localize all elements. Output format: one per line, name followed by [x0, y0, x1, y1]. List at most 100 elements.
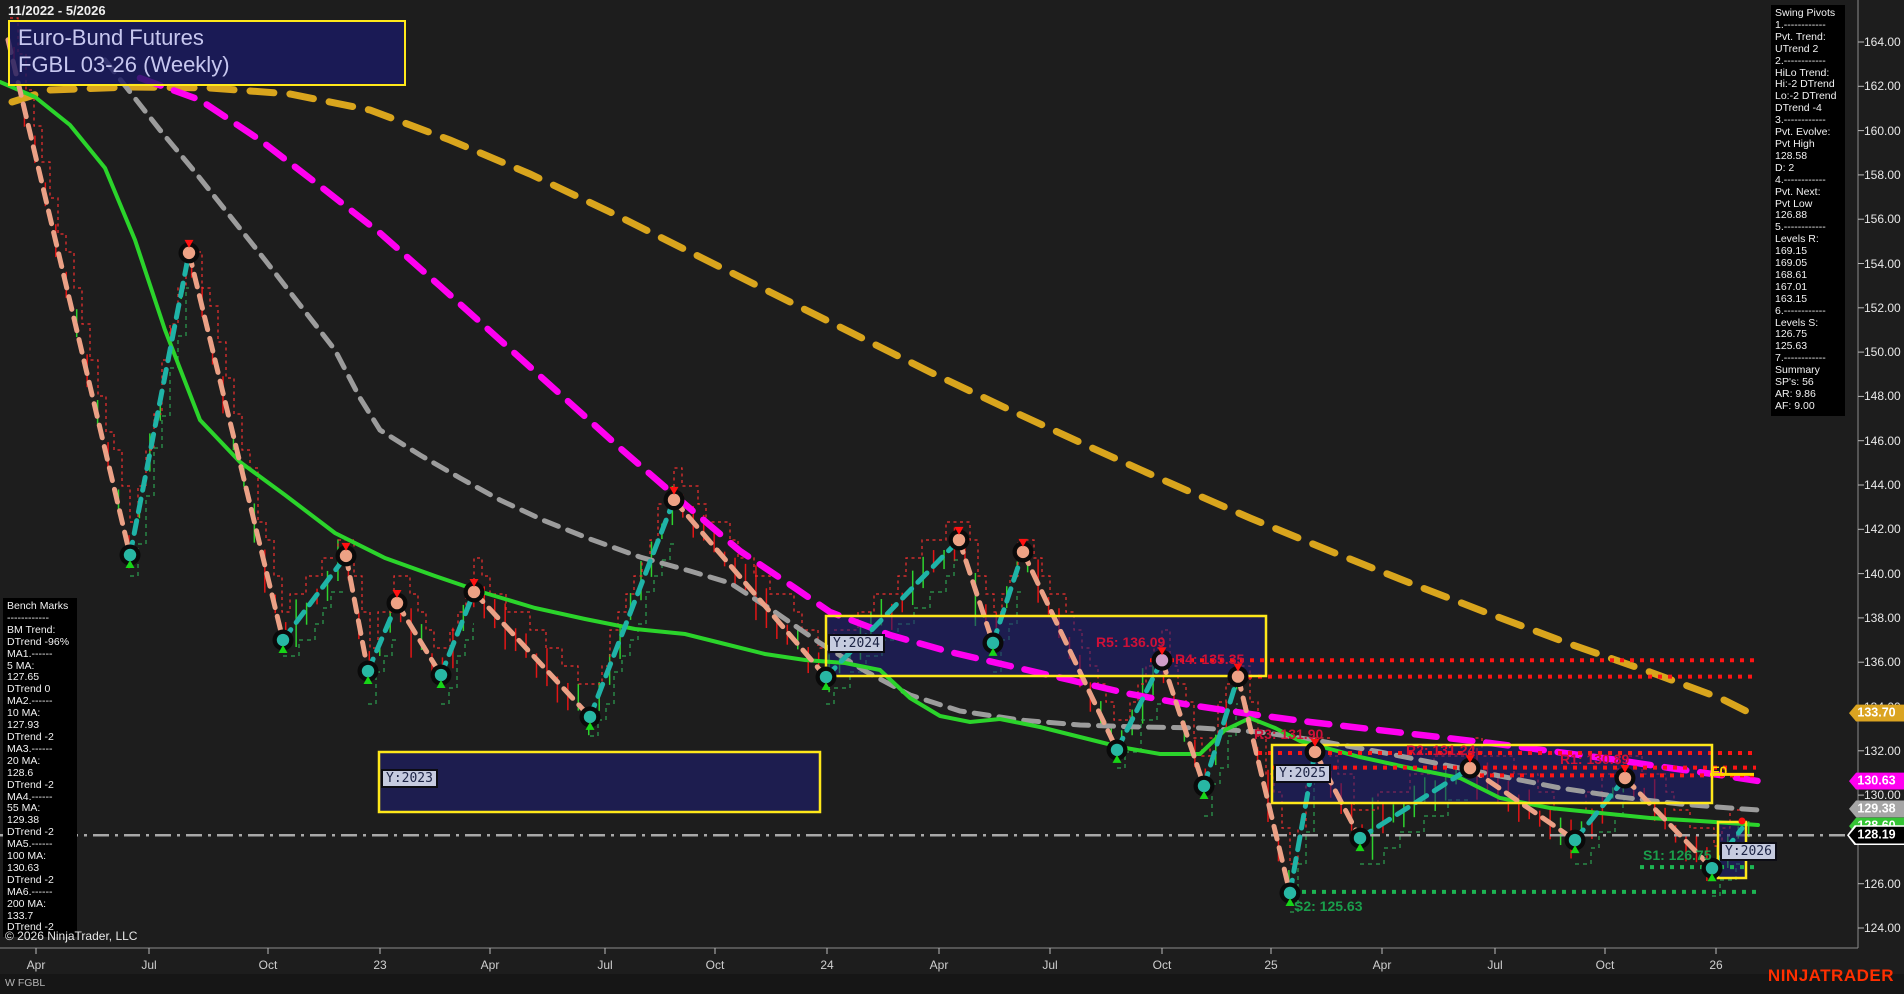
- date-range-label: 11/2022 - 5/2026: [8, 3, 106, 18]
- price-axis-label: 164.00: [1864, 35, 1901, 49]
- bench-marks-line: 128.6: [7, 768, 73, 780]
- price-axis-label: 158.00: [1864, 168, 1901, 182]
- price-axis-label: 124.00: [1864, 921, 1901, 935]
- swing-segment: [590, 500, 674, 717]
- level-label-r3: R3: 131.90: [1254, 726, 1323, 742]
- swing-pivots-line: UTrend 2: [1775, 44, 1841, 56]
- price-axis-label: 160.00: [1864, 124, 1901, 138]
- swing-marker-core: [1464, 762, 1476, 774]
- bench-marks-panel: Bench Marks------------BM Trend:DTrend -…: [3, 598, 77, 937]
- time-axis-label: 23: [373, 958, 386, 972]
- price-marker-128-19: 128.19: [1849, 827, 1904, 844]
- bench-marks-line: MA1.------: [7, 649, 73, 661]
- price-axis-label: 144.00: [1864, 478, 1901, 492]
- swing-marker-core: [1706, 862, 1718, 874]
- chart-title-box: Euro-Bund Futures FGBL 03-26 (Weekly): [8, 20, 406, 86]
- price-marker-129-38: 129.38: [1849, 800, 1904, 817]
- time-axis-label: Jul: [1487, 958, 1502, 972]
- price-axis-label: 142.00: [1864, 522, 1901, 536]
- price-axis-label: 132.00: [1864, 744, 1901, 758]
- level-label-r5: R5: 136.09: [1096, 634, 1165, 650]
- time-axis-label: Oct: [1596, 958, 1615, 972]
- green-trail-stop-line: [130, 288, 1742, 912]
- year-label-y-2024[interactable]: Y:2024: [828, 634, 885, 653]
- swing-marker-core: [1619, 772, 1631, 784]
- level-label-s2: S2: 125.63: [1294, 898, 1363, 914]
- swing-segment: [130, 253, 189, 555]
- swing-pivots-line: 167.01: [1775, 282, 1841, 294]
- time-axis-label: Apr: [27, 958, 46, 972]
- level-label-f0: F0: [1711, 763, 1727, 779]
- swing-segment: [8, 40, 130, 555]
- swing-marker-core: [1354, 832, 1366, 844]
- ninjatrader-chart-window: 11/2022 - 5/2026 Euro-Bund Futures FGBL …: [0, 0, 1904, 994]
- price-axis-label: 126.00: [1864, 877, 1901, 891]
- swing-marker-core: [1309, 746, 1321, 758]
- swing-marker-core: [340, 550, 352, 562]
- swing-marker-core: [1569, 834, 1581, 846]
- time-axis-label: Jul: [141, 958, 156, 972]
- swing-pivots-line: 4.------------: [1775, 175, 1841, 187]
- level-label-r1: R1: 130.89: [1560, 751, 1629, 767]
- swing-pivots-line: D: 2: [1775, 163, 1841, 175]
- swing-segment: [368, 603, 397, 671]
- swing-pivots-panel: Swing Pivots1.------------Pvt. Trend:UTr…: [1771, 5, 1845, 416]
- swing-segment: [474, 592, 590, 717]
- ma-line-55-ma: [105, 60, 1758, 810]
- swing-marker-core: [277, 634, 289, 646]
- bottom-strip: [0, 974, 1904, 994]
- price-axis-label: 136.00: [1864, 655, 1901, 669]
- year-box-fill: [826, 616, 1266, 676]
- bench-marks-line: DTrend -96%: [7, 637, 73, 649]
- swing-marker-core: [1111, 744, 1123, 756]
- swing-marker-core: [1156, 654, 1168, 666]
- bench-marks-line: MA6.------: [7, 887, 73, 899]
- bench-marks-line: 20 MA:: [7, 756, 73, 768]
- price-axis-label: 130.00: [1864, 788, 1901, 802]
- swing-marker-core: [124, 549, 136, 561]
- swing-marker-core: [391, 597, 403, 609]
- level-label-s1: S1: 126.75: [1643, 847, 1712, 863]
- instrument-subtitle: FGBL 03-26 (Weekly): [18, 51, 396, 78]
- swing-marker-core: [820, 671, 832, 683]
- price-marker-133-70: 133.70: [1849, 705, 1904, 722]
- time-axis-label: Apr: [930, 958, 949, 972]
- swing-pivots-line: 128.58: [1775, 151, 1841, 163]
- swing-marker-core: [435, 669, 447, 681]
- year-label-y-2025[interactable]: Y:2025: [1274, 764, 1331, 783]
- swing-segment: [1162, 660, 1204, 786]
- swing-marker-core: [668, 494, 680, 506]
- year-box-fill: [379, 752, 820, 812]
- level-label-r4: R4: 135.35: [1175, 651, 1244, 667]
- bench-marks-line: 200 MA:: [7, 899, 73, 911]
- chart-canvas[interactable]: [0, 0, 1904, 994]
- time-axis-label: Oct: [1153, 958, 1172, 972]
- price-axis-label: 148.00: [1864, 389, 1901, 403]
- bench-marks-line: MA3.------: [7, 744, 73, 756]
- price-axis-label: 152.00: [1864, 301, 1901, 315]
- swing-marker-core: [362, 665, 374, 677]
- year-label-y-2026[interactable]: Y:2026: [1720, 842, 1777, 861]
- copyright-label: © 2026 NinjaTrader, LLC: [5, 929, 137, 943]
- level-label-r2: R2: 131.24: [1406, 742, 1475, 758]
- time-axis-label: Jul: [1042, 958, 1057, 972]
- last-bar-signal-dot: [1739, 818, 1746, 825]
- swing-pivots-line: Pvt. Trend:: [1775, 32, 1841, 44]
- time-axis-label: Oct: [259, 958, 278, 972]
- swing-segment: [346, 556, 368, 671]
- price-axis-label: 150.00: [1864, 345, 1901, 359]
- price-axis-label: 154.00: [1864, 257, 1901, 271]
- time-axis-label: 25: [1264, 958, 1277, 972]
- time-axis-label: Apr: [1373, 958, 1392, 972]
- year-label-y-2023[interactable]: Y:2023: [381, 769, 438, 788]
- swing-pivots-line: AF: 9.00: [1775, 401, 1841, 413]
- bench-marks-line: DTrend -2: [7, 780, 73, 792]
- time-axis-label: Oct: [706, 958, 725, 972]
- price-axis-label: 146.00: [1864, 434, 1901, 448]
- price-axis-label: 140.00: [1864, 567, 1901, 581]
- swing-marker-core: [584, 711, 596, 723]
- bench-marks-line: BM Trend:: [7, 625, 73, 637]
- swing-marker-core: [1232, 670, 1244, 682]
- swing-marker-core: [987, 637, 999, 649]
- swing-marker-core: [1017, 546, 1029, 558]
